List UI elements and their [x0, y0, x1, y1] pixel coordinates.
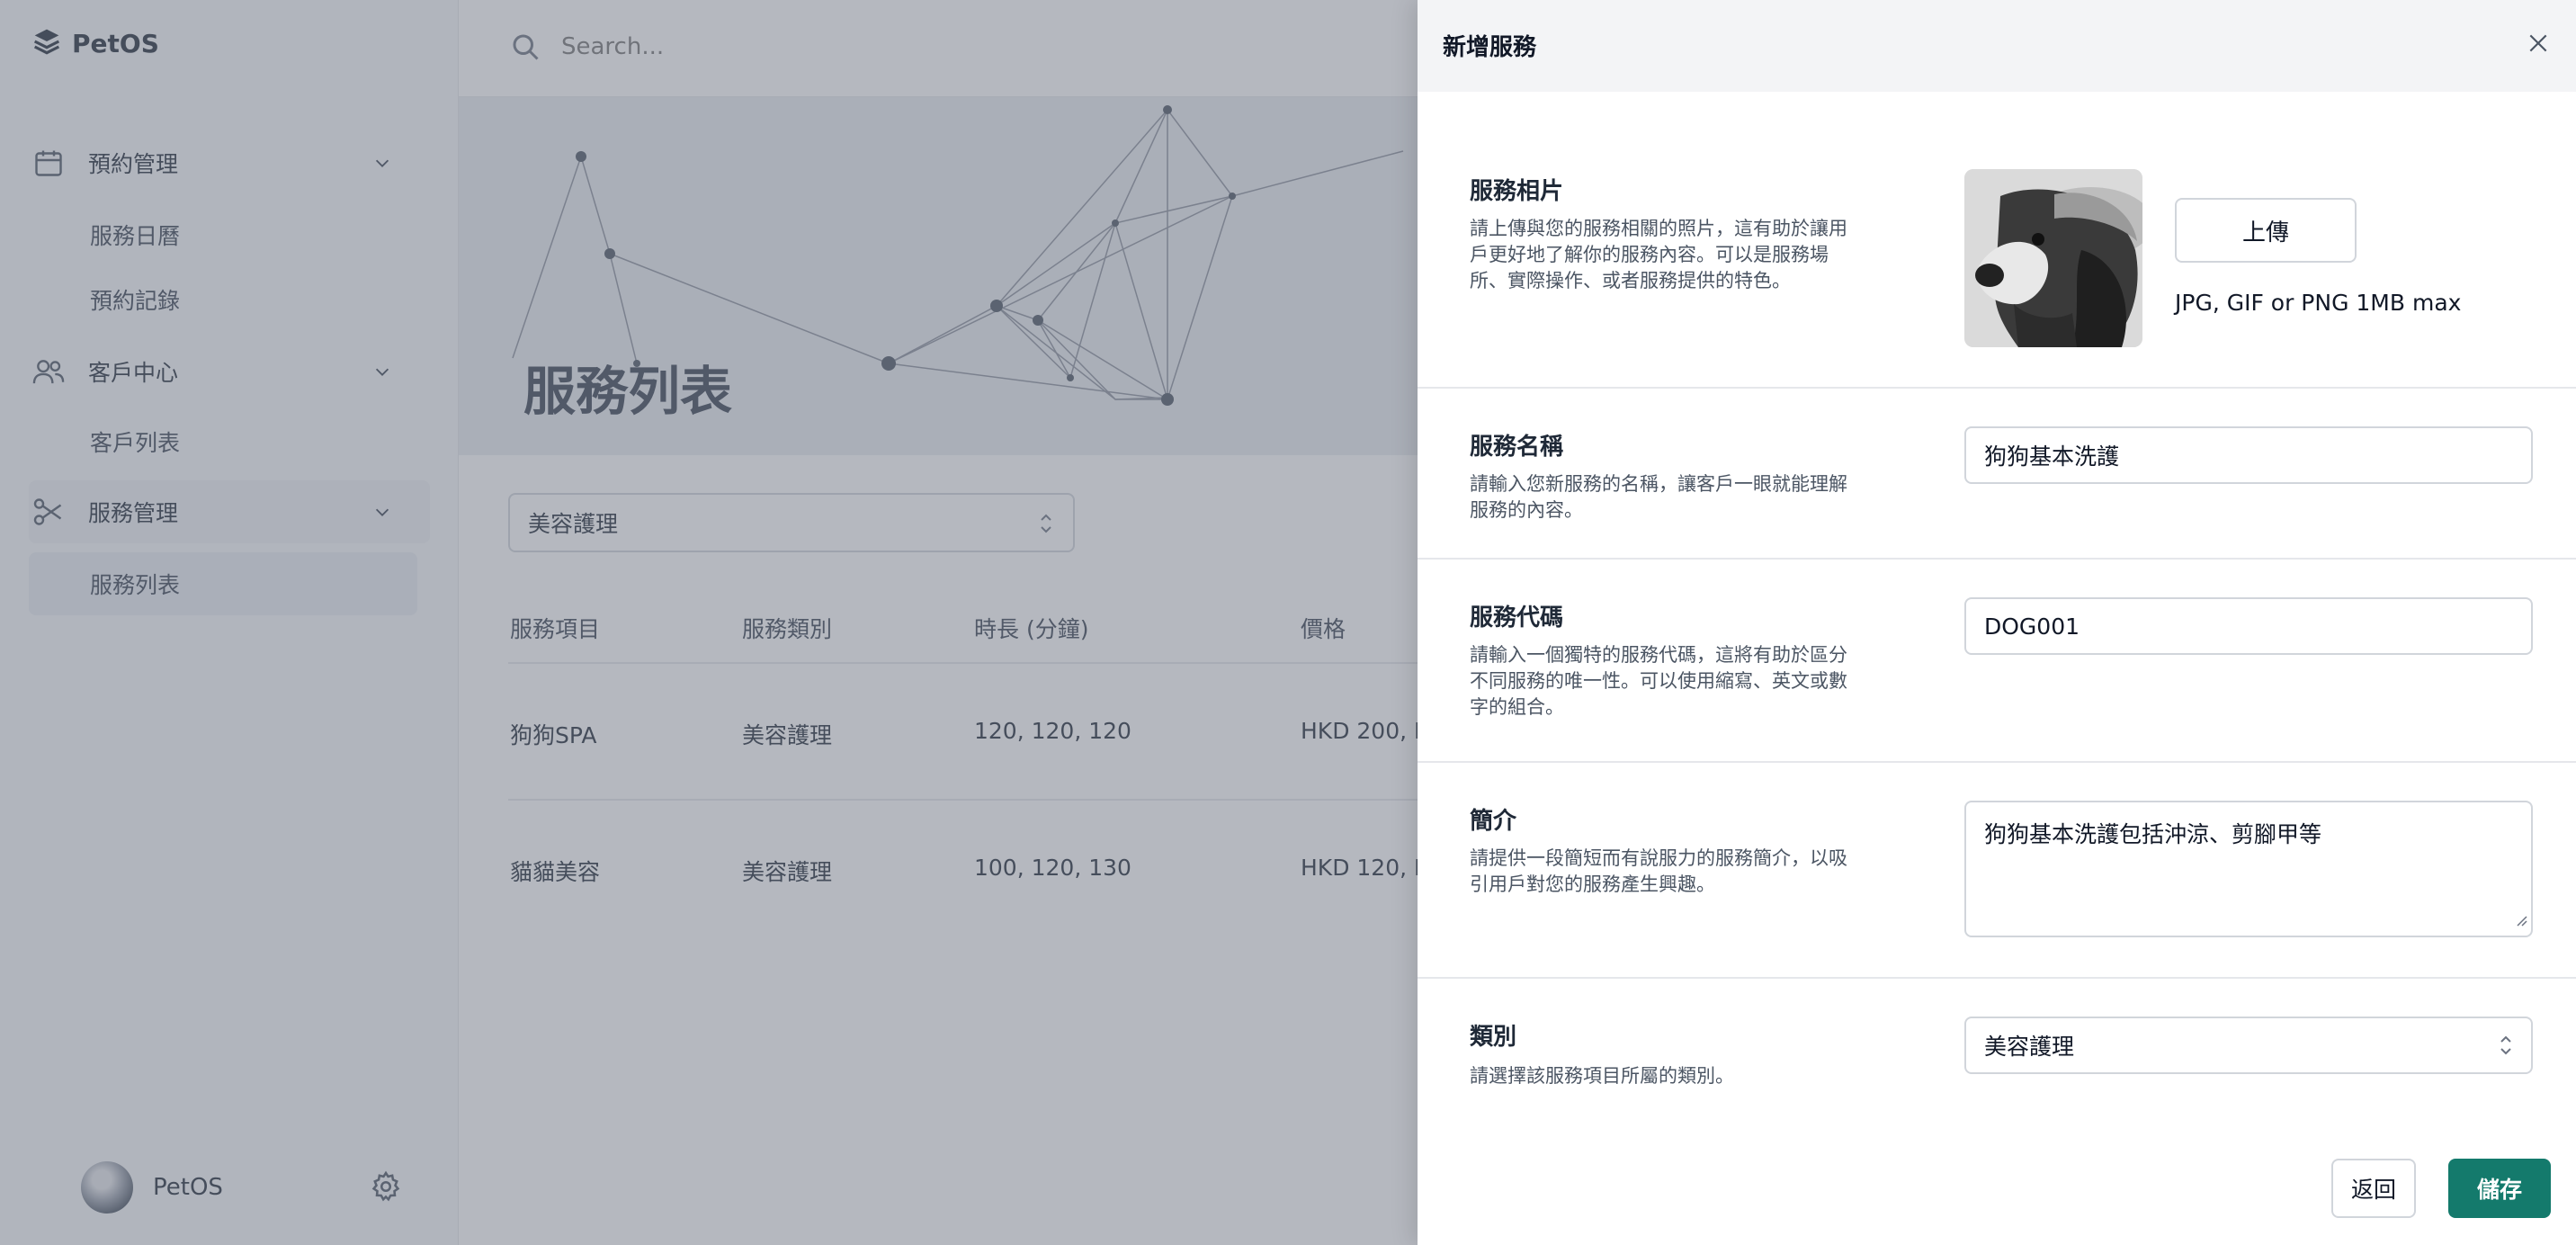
upload-button[interactable]: 上傳 [2175, 198, 2357, 263]
category-section-title: 類別 [1470, 1024, 1517, 1051]
back-button[interactable]: 返回 [2331, 1159, 2416, 1218]
service-code-input[interactable]: DOG001 [1964, 597, 2533, 655]
dog-photo-illustration [1964, 169, 2142, 347]
service-photo [1964, 169, 2142, 347]
category-section-desc: 請選擇該服務項目所屬的類別。 [1470, 1065, 1734, 1087]
name-section-title: 服務名稱 [1470, 434, 1564, 461]
upload-hint: JPG, GIF or PNG 1MB max [2175, 290, 2462, 316]
close-button[interactable] [2520, 27, 2556, 63]
save-button[interactable]: 儲存 [2448, 1159, 2551, 1218]
photo-section-title: 服務相片 [1470, 178, 1564, 205]
photo-section-desc: 請上傳與您的服務相關的照片，這有助於讓用戶更好地了解你的服務內容。可以是服務場所… [1470, 218, 1847, 291]
service-intro-textarea[interactable]: 狗狗基本洗護包括沖涼、剪腳甲等 [1964, 801, 2533, 937]
new-service-drawer: 新增服務 服務相片 請上傳與您的服務相關的照片，這有助於讓用戶更好地了解你的服務… [1418, 0, 2576, 1245]
category-select[interactable]: 美容護理 [1964, 1017, 2533, 1074]
resize-grip-icon[interactable] [2515, 906, 2527, 932]
intro-section-desc: 請提供一段簡短而有說服力的服務簡介，以吸引用戶對您的服務產生興趣。 [1470, 847, 1847, 895]
service-name-value: 狗狗基本洗護 [1984, 443, 2120, 470]
code-section-desc: 請輸入一個獨特的服務代碼，這將有助於區分不同服務的唯一性。可以使用縮寫、英文或數… [1470, 644, 1847, 718]
drawer-title: 新增服務 [1443, 34, 1537, 61]
select-sort-icon [2497, 1033, 2515, 1063]
code-section: 服務代碼 請輸入一個獨特的服務代碼，這將有助於區分不同服務的唯一性。可以使用縮寫… [1418, 560, 2576, 763]
service-code-value: DOG001 [1984, 613, 2080, 640]
close-icon [2527, 31, 2550, 58]
name-section-desc: 請輸入您新服務的名稱，讓客戶一眼就能理解服務的內容。 [1470, 473, 1847, 521]
drawer-header: 新增服務 [1418, 0, 2576, 92]
intro-section-title: 簡介 [1470, 808, 1517, 835]
category-select-value: 美容護理 [1984, 1034, 2075, 1060]
code-section-title: 服務代碼 [1470, 605, 1564, 631]
service-name-input[interactable]: 狗狗基本洗護 [1964, 426, 2533, 484]
service-intro-value: 狗狗基本洗護包括沖涼、剪腳甲等 [1984, 821, 2322, 847]
